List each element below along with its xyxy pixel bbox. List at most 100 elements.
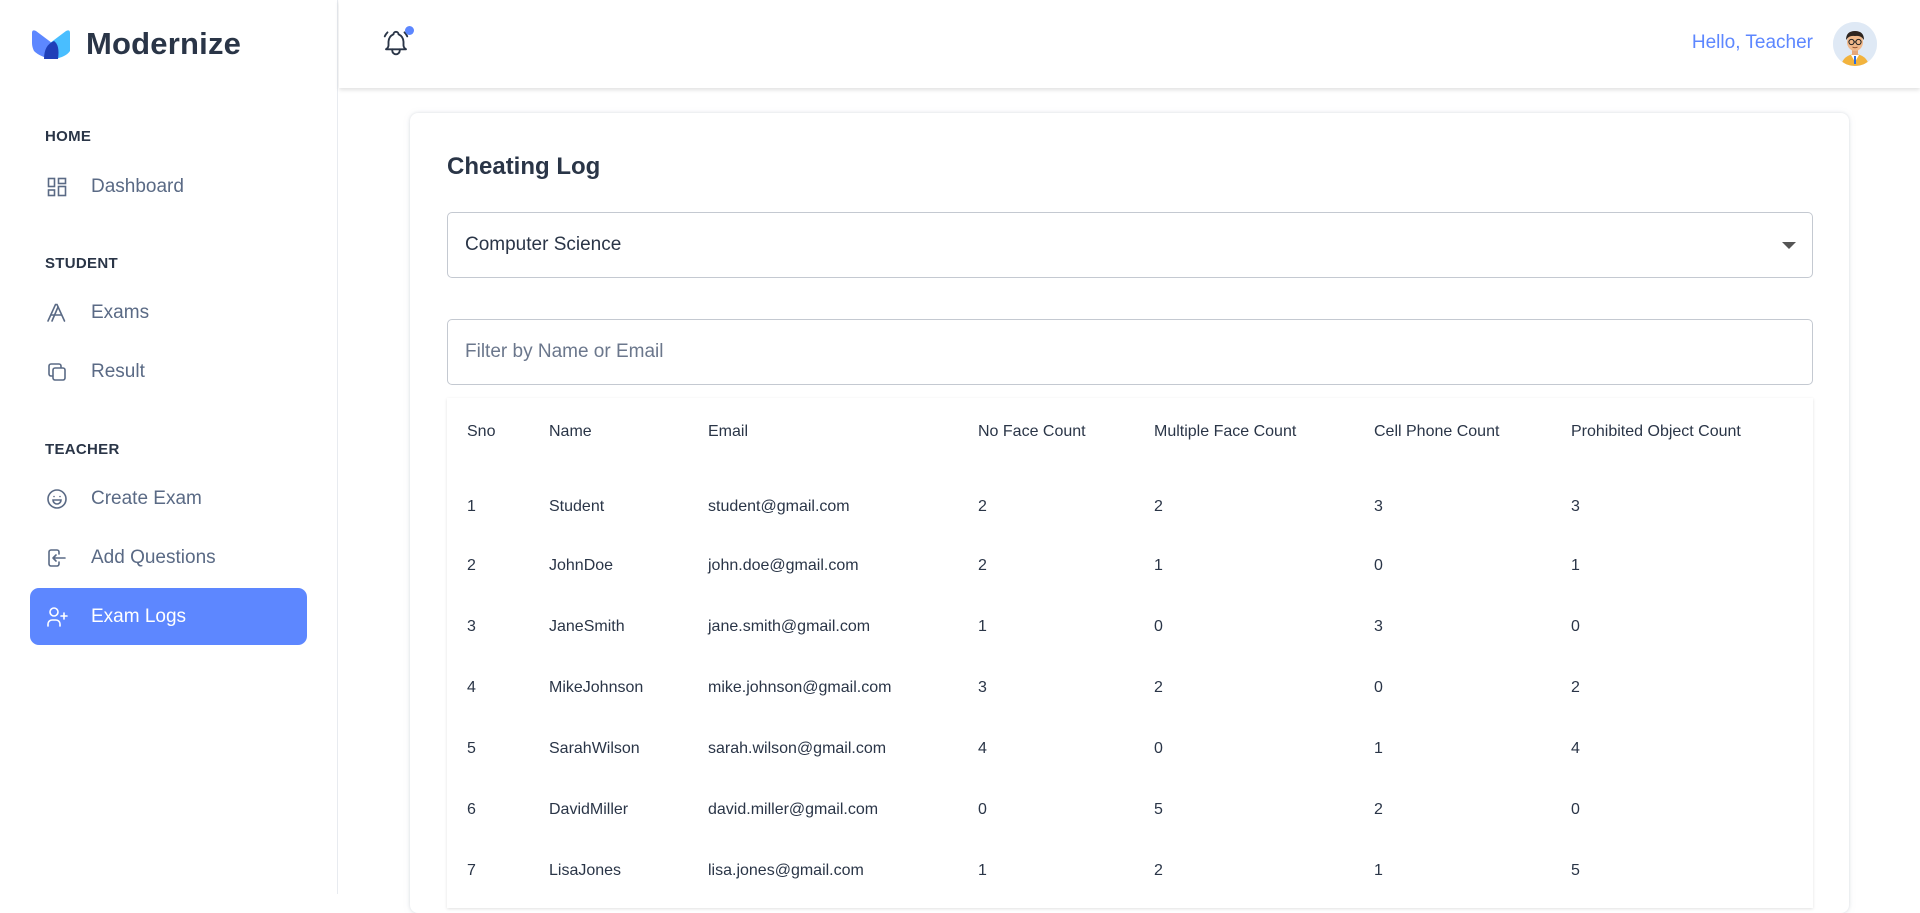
cell-email: mike.johnson@gmail.com [708, 678, 892, 696]
exam-select[interactable]: Computer Science [447, 212, 1813, 278]
cell-email: jane.smith@gmail.com [708, 617, 871, 635]
table-row: 7 LisaJones lisa.jones@gmail.com 1 2 1 5 [447, 840, 1813, 901]
cell-multiple-face-count: 2 [1154, 678, 1163, 696]
cell-sno: 6 [467, 800, 476, 818]
cell-email: sarah.wilson@gmail.com [708, 739, 887, 757]
column-header-email[interactable]: Email [688, 398, 958, 466]
column-header-prohibited-object-count[interactable]: Prohibited Object Count [1551, 398, 1813, 466]
sidebar-item-label: Result [91, 360, 145, 382]
filter-input[interactable] [447, 319, 1813, 385]
cell-no-face-count: 2 [978, 556, 987, 574]
table-row: 4 MikeJohnson mike.johnson@gmail.com 3 2… [447, 657, 1813, 718]
table-row: 6 DavidMiller david.miller@gmail.com 0 5… [447, 779, 1813, 840]
column-header-sno[interactable]: Sno [447, 398, 529, 466]
cell-sno: 7 [467, 861, 476, 879]
cell-prohibited-object-count: 2 [1571, 678, 1580, 696]
nav-section-home: HOME [45, 128, 92, 145]
exam-select-value: Computer Science [465, 234, 622, 255]
column-header-cell-phone-count[interactable]: Cell Phone Count [1354, 398, 1551, 466]
user-greeting: Hello, Teacher [1691, 32, 1813, 53]
cell-cell-phone-count: 1 [1374, 739, 1383, 757]
cell-prohibited-object-count: 5 [1571, 861, 1580, 879]
cell-prohibited-object-count: 1 [1571, 556, 1580, 574]
cell-name: SarahWilson [549, 739, 640, 757]
table-header-row: Sno Name Email No Face Count Multiple Fa… [447, 398, 1813, 466]
cell-prohibited-object-count: 4 [1571, 739, 1580, 757]
user-plus-icon [47, 606, 68, 627]
cell-email: lisa.jones@gmail.com [708, 861, 864, 879]
cell-sno: 4 [467, 678, 476, 696]
cell-sno: 1 [467, 497, 476, 515]
table-row: 1 Student student@gmail.com 2 2 3 3 [447, 466, 1813, 535]
sidebar-item-exam-logs[interactable]: Exam Logs [30, 588, 307, 645]
cell-no-face-count: 3 [978, 678, 987, 696]
table-row: 3 JaneSmith jane.smith@gmail.com 1 0 3 0 [447, 596, 1813, 657]
column-header-multiple-face-count[interactable]: Multiple Face Count [1134, 398, 1354, 466]
notification-badge [405, 26, 414, 35]
cell-email: david.miller@gmail.com [708, 800, 879, 818]
cell-email: john.doe@gmail.com [708, 556, 859, 574]
top-header: Hello, Teacher [339, 0, 1920, 88]
cell-cell-phone-count: 0 [1374, 556, 1383, 574]
sidebar-item-dashboard[interactable]: Dashboard [30, 158, 307, 215]
cell-cell-phone-count: 3 [1374, 497, 1383, 515]
column-header-no-face-count[interactable]: No Face Count [958, 398, 1134, 466]
cell-name: DavidMiller [549, 800, 629, 818]
user-avatar-icon [1833, 22, 1877, 66]
cell-multiple-face-count: 0 [1154, 739, 1163, 757]
cell-no-face-count: 2 [978, 497, 987, 515]
caret-down-icon [1782, 242, 1796, 249]
cell-sno: 2 [467, 556, 476, 574]
sidebar-item-label: Add Questions [91, 546, 216, 568]
cell-no-face-count: 1 [978, 617, 987, 635]
login-icon [48, 548, 66, 567]
column-header-name[interactable]: Name [529, 398, 688, 466]
cell-no-face-count: 0 [978, 800, 987, 818]
nav-section-teacher: TEACHER [45, 441, 120, 458]
cell-prohibited-object-count: 0 [1571, 800, 1580, 818]
cell-email: student@gmail.com [708, 497, 850, 515]
sidebar-item-label: Create Exam [91, 487, 202, 509]
cell-name: LisaJones [549, 861, 622, 879]
cell-name: MikeJohnson [549, 678, 644, 696]
table-row: 5 SarahWilson sarah.wilson@gmail.com 4 0… [447, 718, 1813, 779]
cell-no-face-count: 4 [978, 739, 987, 757]
sidebar-item-result[interactable]: Result [30, 343, 307, 400]
cell-multiple-face-count: 5 [1154, 800, 1163, 818]
dashboard-icon [47, 177, 67, 196]
cell-no-face-count: 1 [978, 861, 987, 879]
nav-section-student: STUDENT [45, 255, 118, 272]
sidebar-item-label: Exams [91, 301, 150, 323]
page-title: Cheating Log [447, 153, 601, 180]
cell-multiple-face-count: 0 [1154, 617, 1163, 635]
sidebar-item-create-exam[interactable]: Create Exam [30, 470, 307, 527]
cell-prohibited-object-count: 3 [1571, 497, 1580, 515]
sidebar-item-add-questions[interactable]: Add Questions [30, 529, 307, 586]
sidebar-item-label: Exam Logs [91, 605, 187, 627]
cell-name: JaneSmith [549, 617, 625, 635]
cell-cell-phone-count: 3 [1374, 617, 1383, 635]
cell-sno: 5 [467, 739, 476, 757]
sidebar: Modernize HOME Dashboard STUDENT Exams R… [0, 0, 338, 894]
copy-icon [48, 362, 66, 381]
brand-name: Modernize [86, 26, 242, 61]
avatar[interactable] [1833, 22, 1877, 66]
sidebar-item-exams[interactable]: Exams [30, 284, 307, 341]
cell-multiple-face-count: 2 [1154, 861, 1163, 879]
cell-cell-phone-count: 0 [1374, 678, 1383, 696]
sidebar-item-label: Dashboard [91, 175, 184, 197]
mood-happy-icon [47, 488, 67, 509]
cheating-log-table: Sno Name Email No Face Count Multiple Fa… [447, 398, 1813, 908]
cell-name: JohnDoe [549, 556, 614, 574]
table-row: 2 JohnDoe john.doe@gmail.com 2 1 0 1 [447, 535, 1813, 596]
cell-sno: 3 [467, 617, 476, 635]
cell-cell-phone-count: 1 [1374, 861, 1383, 879]
brand-logo[interactable]: Modernize [30, 26, 241, 62]
cell-cell-phone-count: 2 [1374, 800, 1383, 818]
cell-multiple-face-count: 1 [1154, 556, 1163, 574]
cheating-log-card: Cheating Log Computer Science Sno Name E… [410, 113, 1849, 913]
cell-multiple-face-count: 2 [1154, 497, 1163, 515]
modernize-logo-icon [32, 30, 70, 59]
typography-icon [47, 303, 66, 322]
cell-name: Student [549, 497, 605, 515]
